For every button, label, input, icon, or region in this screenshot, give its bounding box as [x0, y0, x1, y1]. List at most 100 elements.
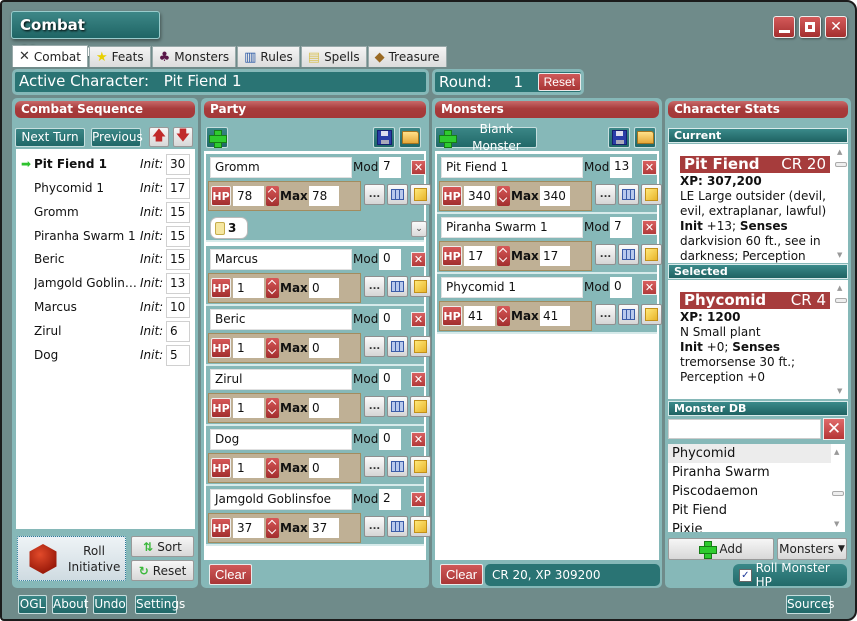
hp-input[interactable]: 340 — [464, 186, 495, 206]
notes-button[interactable] — [410, 276, 431, 297]
delete-button[interactable]: ✕ — [642, 280, 657, 295]
save-monsters-button[interactable] — [608, 127, 630, 148]
more-button[interactable]: ... — [595, 244, 616, 265]
tab-combat[interactable]: ✕ Combat — [12, 45, 88, 67]
db-list-item[interactable]: Phycomid — [668, 444, 845, 463]
hp-spinner[interactable] — [497, 246, 510, 266]
round-reset-button[interactable]: Reset — [537, 73, 581, 91]
hp-spinner[interactable] — [266, 278, 279, 298]
maximize-button[interactable] — [799, 16, 821, 38]
mod-input[interactable]: 0 — [379, 429, 401, 450]
open-monsters-button[interactable] — [634, 127, 656, 148]
name-input[interactable]: Jamgold Goblinsfoe — [210, 489, 352, 510]
init-input[interactable]: 6 — [166, 321, 190, 342]
delete-button[interactable]: ✕ — [411, 372, 426, 387]
max-hp-input[interactable]: 0 — [309, 338, 339, 358]
previous-button[interactable]: Previous — [91, 128, 143, 147]
name-input[interactable]: Pit Fiend 1 — [441, 157, 583, 178]
notes-button[interactable] — [410, 336, 431, 357]
hp-button[interactable]: HP — [211, 518, 231, 538]
max-hp-input[interactable]: 0 — [309, 278, 339, 298]
hp-input[interactable]: 41 — [464, 306, 495, 326]
more-button[interactable]: ... — [364, 184, 385, 205]
tab-feats[interactable]: ★ Feats — [89, 46, 151, 67]
stats-grid-button[interactable] — [387, 336, 408, 357]
notes-button[interactable] — [410, 184, 431, 205]
hp-spinner[interactable] — [497, 306, 510, 326]
db-list-item[interactable]: Pit Fiend — [668, 501, 845, 520]
notes-button[interactable] — [641, 304, 662, 325]
delete-button[interactable]: ✕ — [642, 220, 657, 235]
more-button[interactable]: ... — [364, 336, 385, 357]
name-input[interactable]: Gromm — [210, 157, 352, 178]
sequence-row[interactable]: Dog Init: 5 — [16, 344, 195, 367]
save-party-button[interactable] — [373, 127, 395, 148]
mod-input[interactable]: 0 — [379, 369, 401, 390]
sequence-row[interactable]: Phycomid 1 Init: 17 — [16, 177, 195, 200]
scroll-thumb[interactable] — [832, 491, 844, 496]
init-input[interactable]: 17 — [166, 178, 190, 199]
add-party-member-button[interactable] — [206, 127, 228, 148]
tab-monsters[interactable]: ♣ Monsters — [151, 46, 237, 67]
tab-spells[interactable]: ▤ Spells — [300, 46, 367, 67]
hp-button[interactable]: HP — [211, 278, 231, 298]
roll-hp-checkbox[interactable]: ✓ — [739, 568, 752, 582]
minimize-button[interactable] — [773, 16, 795, 38]
delete-button[interactable]: ✕ — [411, 492, 426, 507]
hp-spinner[interactable] — [266, 458, 279, 478]
init-input[interactable]: 15 — [166, 249, 190, 270]
sort-button[interactable]: ⇅ Sort — [131, 536, 194, 557]
name-input[interactable]: Dog — [210, 429, 352, 450]
conditions-badge[interactable]: 3 — [210, 217, 248, 239]
roll-monster-hp-toggle[interactable]: ✓ Roll Monster HP — [733, 561, 847, 589]
hp-input[interactable]: 37 — [233, 518, 264, 538]
max-hp-input[interactable]: 340 — [540, 186, 570, 206]
init-input[interactable]: 10 — [166, 297, 190, 318]
notes-button[interactable] — [410, 456, 431, 477]
stats-grid-button[interactable] — [618, 184, 639, 205]
hp-button[interactable]: HP — [442, 306, 462, 326]
hp-input[interactable]: 1 — [233, 338, 264, 358]
add-monster-button[interactable]: Add — [668, 538, 774, 560]
tab-treasure[interactable]: ◆ Treasure — [367, 46, 447, 67]
init-input[interactable]: 30 — [166, 154, 190, 175]
expand-button[interactable]: ⌄ — [411, 221, 427, 237]
sequence-row[interactable]: Gromm Init: 15 — [16, 201, 195, 224]
db-list-item[interactable]: Piranha Swarm — [668, 463, 845, 482]
move-down-button[interactable]: 🡇 — [173, 127, 193, 147]
move-up-button[interactable]: 🡅 — [149, 127, 169, 147]
clear-search-button[interactable]: ✕ — [823, 418, 845, 440]
monster-db-search-input[interactable] — [668, 419, 821, 439]
hp-input[interactable]: 1 — [233, 458, 264, 478]
more-button[interactable]: ... — [364, 456, 385, 477]
scroll-thumb[interactable] — [835, 162, 847, 167]
hp-input[interactable]: 78 — [233, 186, 264, 206]
hp-button[interactable]: HP — [442, 186, 462, 206]
mod-input[interactable]: 7 — [610, 217, 632, 238]
tab-rules[interactable]: ▥ Rules — [237, 46, 300, 67]
hp-spinner[interactable] — [266, 186, 279, 206]
init-input[interactable]: 15 — [166, 202, 190, 223]
sequence-row[interactable]: Piranha Swarm 1 Init: 15 — [16, 225, 195, 248]
init-input[interactable]: 15 — [166, 226, 190, 247]
name-input[interactable]: Beric — [210, 309, 352, 330]
undo-button[interactable]: Undo — [93, 595, 127, 614]
max-hp-input[interactable]: 41 — [540, 306, 570, 326]
max-hp-input[interactable]: 0 — [309, 458, 339, 478]
reset-initiative-button[interactable]: ↻ Reset — [131, 560, 194, 581]
open-party-button[interactable] — [399, 127, 421, 148]
roll-initiative-button[interactable]: Roll Initiative — [17, 536, 126, 581]
stats-grid-button[interactable] — [618, 244, 639, 265]
db-scrollbar[interactable]: ▲ ▼ — [831, 444, 845, 532]
mod-input[interactable]: 13 — [610, 157, 632, 178]
notes-button[interactable] — [410, 396, 431, 417]
delete-button[interactable]: ✕ — [642, 160, 657, 175]
monster-filter-dropdown[interactable]: Monsters ▼ — [777, 538, 847, 560]
current-scrollbar[interactable]: ▲ ▼ — [834, 144, 848, 263]
more-button[interactable]: ... — [595, 184, 616, 205]
mod-input[interactable]: 2 — [379, 489, 401, 510]
sequence-row[interactable]: Beric Init: 15 — [16, 248, 195, 271]
mod-input[interactable]: 7 — [379, 157, 401, 178]
hp-button[interactable]: HP — [211, 186, 231, 206]
max-hp-input[interactable]: 17 — [540, 246, 570, 266]
